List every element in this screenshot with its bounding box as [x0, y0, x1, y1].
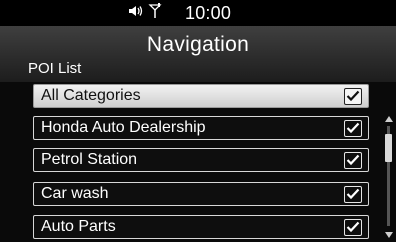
page-title: Navigation	[146, 33, 250, 56]
status-icons	[128, 2, 162, 24]
list-item-label: Auto Parts	[41, 218, 116, 235]
scrollbar[interactable]	[383, 112, 395, 242]
checkmark-icon	[346, 221, 360, 233]
navigation-screen: 10:00 Navigation POI List All Categories…	[0, 0, 396, 242]
checkmark-icon	[346, 122, 360, 134]
checkmark-icon	[346, 154, 360, 166]
header: Navigation POI List	[0, 26, 396, 82]
list-item-auto-parts[interactable]: Auto Parts	[33, 215, 369, 239]
checkbox[interactable]	[344, 87, 362, 105]
status-bar: 10:00	[0, 0, 396, 26]
list-item-label: Car wash	[41, 185, 109, 202]
list-item-label: Petrol Station	[41, 151, 138, 168]
checkbox[interactable]	[344, 119, 362, 137]
scroll-up-arrow-icon[interactable]	[384, 114, 394, 124]
list-item-all-categories[interactable]: All Categories	[33, 84, 369, 108]
list-item-car-wash[interactable]: Car wash	[33, 182, 369, 206]
list-item-label: Honda Auto Dealership	[41, 119, 206, 136]
list-item-label: All Categories	[41, 87, 141, 104]
scroll-down-arrow-icon[interactable]	[384, 230, 394, 240]
speaker-icon	[128, 4, 144, 23]
list-item-honda-dealership[interactable]: Honda Auto Dealership	[33, 116, 369, 140]
scroll-thumb[interactable]	[385, 134, 392, 162]
clock: 10:00	[185, 3, 232, 23]
poi-list: All Categories Honda Auto Dealership Pet…	[0, 82, 396, 242]
checkmark-icon	[346, 188, 360, 200]
checkmark-icon	[346, 90, 360, 102]
checkbox[interactable]	[344, 151, 362, 169]
checkbox[interactable]	[344, 185, 362, 203]
signal-icon	[148, 2, 162, 24]
list-item-petrol-station[interactable]: Petrol Station	[33, 148, 369, 172]
page-subtitle: POI List	[28, 60, 82, 77]
checkbox[interactable]	[344, 218, 362, 236]
